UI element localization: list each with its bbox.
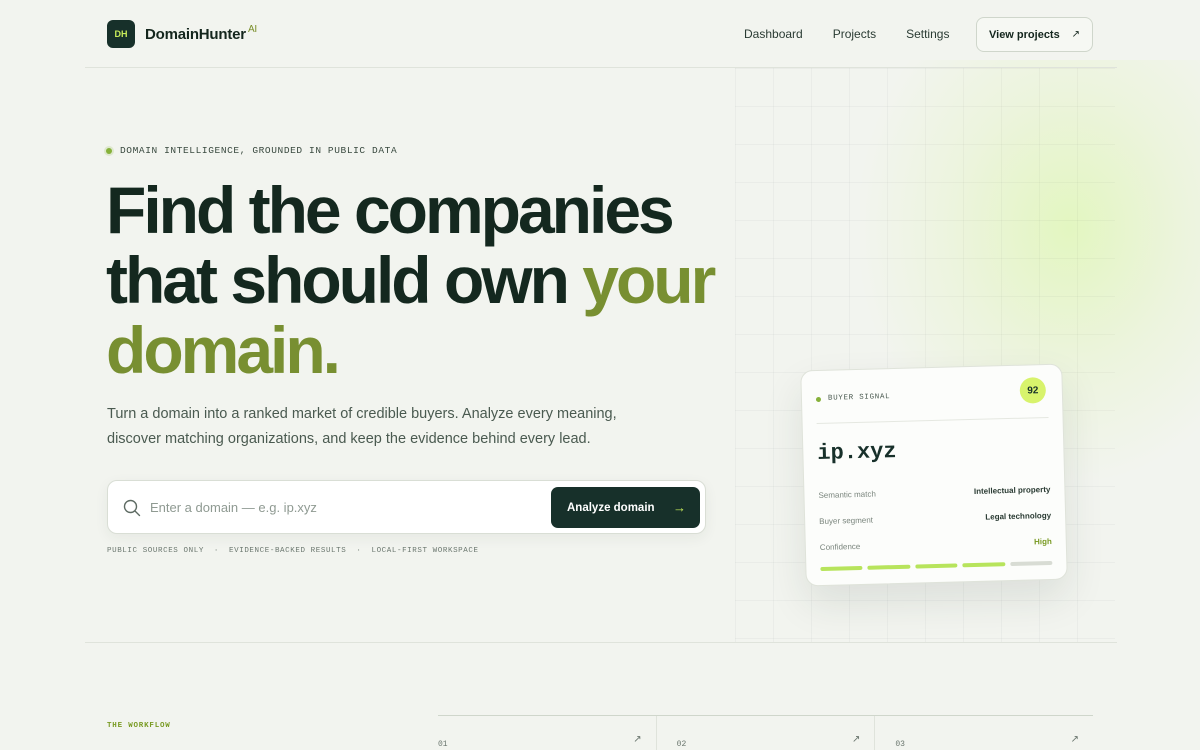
nav-settings[interactable]: Settings bbox=[906, 27, 949, 41]
buyer-signal-card: BUYER SIGNAL 92 ip.xyz Semantic match In… bbox=[800, 363, 1068, 587]
arrow-right-icon: → bbox=[673, 500, 686, 515]
logo[interactable]: DH DomainHunter AI bbox=[107, 20, 257, 48]
domain-search-box: Analyze domain → bbox=[107, 480, 706, 534]
card-row-buyer-segment: Buyer segment Legal technology bbox=[819, 508, 1051, 528]
confidence-segment bbox=[867, 564, 911, 570]
workflow-step[interactable]: 03 ↗ bbox=[875, 716, 1093, 750]
domain-input[interactable] bbox=[150, 489, 540, 525]
status-dot-icon bbox=[815, 396, 822, 402]
confidence-segment bbox=[915, 563, 958, 569]
step-number: 01 bbox=[438, 740, 448, 749]
arrow-up-right-icon: ↗ bbox=[633, 734, 642, 745]
eyebrow-text: DOMAIN INTELLIGENCE, GROUNDED IN PUBLIC … bbox=[120, 145, 398, 156]
nav-dashboard[interactable]: Dashboard bbox=[744, 27, 803, 41]
row-key: Semantic match bbox=[818, 489, 876, 500]
step-number: 02 bbox=[676, 740, 687, 749]
hero-headline: Find the companies that should own your … bbox=[106, 175, 756, 385]
tag-public-sources: PUBLIC SOURCES ONLY bbox=[107, 547, 204, 555]
arrow-up-right-icon: ↗ bbox=[1071, 29, 1080, 40]
eyebrow: DOMAIN INTELLIGENCE, GROUNDED IN PUBLIC … bbox=[106, 145, 397, 156]
logo-mark: DH bbox=[107, 20, 135, 48]
card-row-confidence: Confidence High bbox=[820, 534, 1052, 554]
brand-name: DomainHunter AI bbox=[145, 23, 257, 43]
row-value: High bbox=[1033, 536, 1052, 546]
view-projects-label: View projects bbox=[989, 28, 1060, 41]
analyze-label: Analyze domain bbox=[567, 501, 655, 514]
tag-evidence-backed: EVIDENCE-BACKED RESULTS bbox=[229, 547, 347, 555]
tag-separator: · bbox=[213, 547, 220, 555]
section-divider bbox=[85, 642, 1117, 643]
row-value: Intellectual property bbox=[973, 484, 1051, 496]
status-dot-icon bbox=[106, 147, 112, 154]
workflow-step[interactable]: 02 ↗ bbox=[657, 716, 876, 750]
arrow-up-right-icon: ↗ bbox=[1070, 734, 1080, 745]
card-label: BUYER SIGNAL bbox=[827, 393, 891, 403]
tag-separator: · bbox=[356, 547, 362, 555]
main-nav: Dashboard Projects Settings bbox=[744, 27, 979, 41]
site-header: DH DomainHunter AI Dashboard Projects Set… bbox=[85, 0, 1117, 68]
workflow-step[interactable]: 01 ↗ bbox=[438, 716, 657, 750]
brand-superscript: AI bbox=[247, 23, 257, 35]
step-number: 03 bbox=[895, 740, 905, 749]
score-badge: 92 bbox=[1019, 377, 1047, 404]
confidence-meter bbox=[820, 560, 1053, 572]
feature-tags: PUBLIC SOURCES ONLY · EVIDENCE-BACKED RE… bbox=[107, 547, 479, 555]
row-key: Buyer segment bbox=[819, 515, 874, 526]
confidence-segment bbox=[1009, 560, 1053, 567]
card-row-semantic-match: Semantic match Intellectual property bbox=[818, 482, 1050, 502]
tag-local-first: LOCAL-FIRST WORKSPACE bbox=[371, 547, 479, 555]
row-key: Confidence bbox=[819, 541, 861, 552]
confidence-segment bbox=[820, 565, 863, 572]
card-domain: ip.xyz bbox=[817, 438, 897, 467]
row-value: Legal technology bbox=[985, 510, 1052, 522]
card-header: BUYER SIGNAL bbox=[815, 393, 891, 403]
view-projects-button[interactable]: View projects ↗ bbox=[976, 17, 1093, 52]
brand-text: DomainHunter bbox=[145, 25, 246, 43]
search-icon bbox=[123, 499, 141, 517]
card-divider bbox=[816, 416, 1049, 425]
analyze-domain-button[interactable]: Analyze domain → bbox=[551, 487, 700, 528]
workflow-steps: 01 ↗ 02 ↗ 03 ↗ bbox=[438, 715, 1093, 750]
arrow-up-right-icon: ↗ bbox=[851, 734, 861, 745]
nav-projects[interactable]: Projects bbox=[833, 27, 876, 41]
confidence-segment bbox=[962, 562, 1006, 568]
workflow-label: THE WORKFLOW bbox=[107, 722, 171, 730]
hero-subtext: Turn a domain into a ranked market of cr… bbox=[107, 406, 617, 447]
